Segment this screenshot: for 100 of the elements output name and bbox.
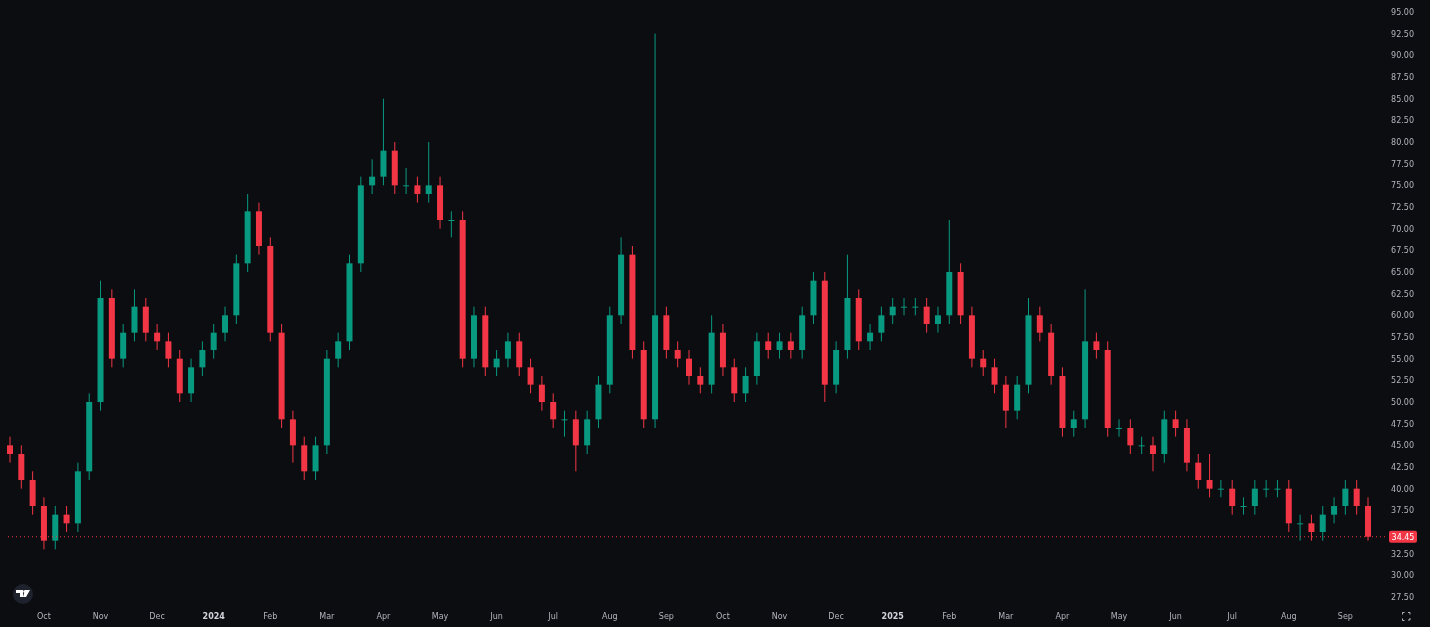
axis-label: 70.00 <box>1391 224 1414 234</box>
axis-label: May <box>1110 612 1128 621</box>
axis-label: 90.00 <box>1391 51 1414 61</box>
axis-label: Jun <box>490 612 503 621</box>
candle <box>550 392 557 429</box>
candle <box>222 306 228 342</box>
axis-label: 47.50 <box>1391 419 1414 429</box>
candle <box>527 358 534 394</box>
candle <box>538 375 545 412</box>
candle <box>1365 496 1371 542</box>
candle <box>516 332 523 377</box>
candle <box>1093 332 1100 360</box>
axis-label: Feb <box>263 612 278 621</box>
candle <box>7 436 13 464</box>
candle <box>29 470 36 516</box>
axis-label: Jul <box>548 612 559 621</box>
axis-label: 65.00 <box>1391 268 1414 277</box>
axis-label: 72.50 <box>1391 203 1414 212</box>
candle <box>753 332 760 386</box>
candle <box>674 340 681 368</box>
candle <box>572 410 579 472</box>
axis-label: 32.50 <box>1391 549 1414 559</box>
candle <box>120 323 127 368</box>
logo-icon[interactable] <box>13 584 33 604</box>
candle <box>1002 375 1009 429</box>
candle <box>1342 479 1349 516</box>
axis-label: 80.00 <box>1391 138 1414 147</box>
candle <box>1297 514 1304 542</box>
candle <box>1172 410 1179 438</box>
axis-label: May <box>431 612 449 621</box>
axis-label: Dec <box>828 612 844 621</box>
axis-label: 82.50 <box>1391 116 1414 126</box>
axis-label: 55.00 <box>1391 354 1414 364</box>
axis-label: Oct <box>716 612 730 621</box>
candle <box>74 462 81 533</box>
axis-label: Nov <box>771 612 788 621</box>
axis-label: Dec <box>149 612 165 621</box>
candle <box>63 505 70 533</box>
candle <box>901 297 907 316</box>
candle <box>1161 410 1168 464</box>
axis-label: Mar <box>998 612 1014 621</box>
axis-label: 2025 <box>881 612 904 621</box>
axis-label: Oct <box>37 612 51 621</box>
axis-label: Aug <box>601 612 618 621</box>
candle <box>504 332 511 368</box>
candle <box>663 306 670 360</box>
candle <box>233 254 240 325</box>
candle <box>912 297 919 316</box>
candle <box>697 366 704 394</box>
candle <box>1014 375 1021 420</box>
axis-label: 67.50 <box>1391 246 1414 256</box>
axis-label: 95.00 <box>1391 8 1414 17</box>
candle <box>810 271 817 325</box>
axis-label: 40.00 <box>1391 484 1414 494</box>
candle <box>425 141 432 204</box>
candle <box>1059 366 1066 438</box>
candle <box>391 141 398 195</box>
candle <box>1217 479 1224 498</box>
candle <box>1036 306 1043 342</box>
candle <box>934 306 941 334</box>
candle <box>1274 479 1281 498</box>
candle <box>448 210 455 238</box>
axis-label: 52.50 <box>1391 376 1414 386</box>
axis-label: 75.00 <box>1391 181 1414 191</box>
axis-label: Sep <box>658 612 674 621</box>
candle <box>369 158 376 195</box>
candle <box>1251 479 1258 516</box>
candle <box>1353 479 1360 516</box>
candle <box>855 288 862 351</box>
candle <box>878 306 885 342</box>
candle <box>889 297 896 325</box>
candle <box>980 349 987 377</box>
axis-label: 60.00 <box>1391 311 1414 321</box>
candle <box>584 410 591 455</box>
candle <box>867 323 874 351</box>
axis-label: 85.00 <box>1391 94 1414 104</box>
candle <box>731 358 738 403</box>
axis-label: 50.00 <box>1391 398 1414 407</box>
frame-icon[interactable] <box>1402 612 1411 621</box>
candle <box>188 358 195 403</box>
candle <box>482 306 489 377</box>
candle <box>595 375 602 429</box>
candle <box>923 297 930 334</box>
candle <box>765 332 772 360</box>
candle <box>1206 453 1213 498</box>
candle <box>1127 418 1134 455</box>
axis-label: 45.00 <box>1391 441 1414 451</box>
candle <box>991 358 998 394</box>
candle <box>1070 410 1077 438</box>
candle <box>40 496 47 550</box>
candle <box>787 332 794 360</box>
candle <box>1319 505 1326 542</box>
candle <box>1150 436 1156 472</box>
candle <box>833 340 840 394</box>
axis-label: Sep <box>1337 612 1353 621</box>
candle <box>1308 514 1315 542</box>
candle <box>18 444 25 490</box>
axis-label: 77.50 <box>1391 159 1414 169</box>
axis-label: 27.50 <box>1391 593 1414 602</box>
axis-label: Aug <box>1280 612 1297 621</box>
